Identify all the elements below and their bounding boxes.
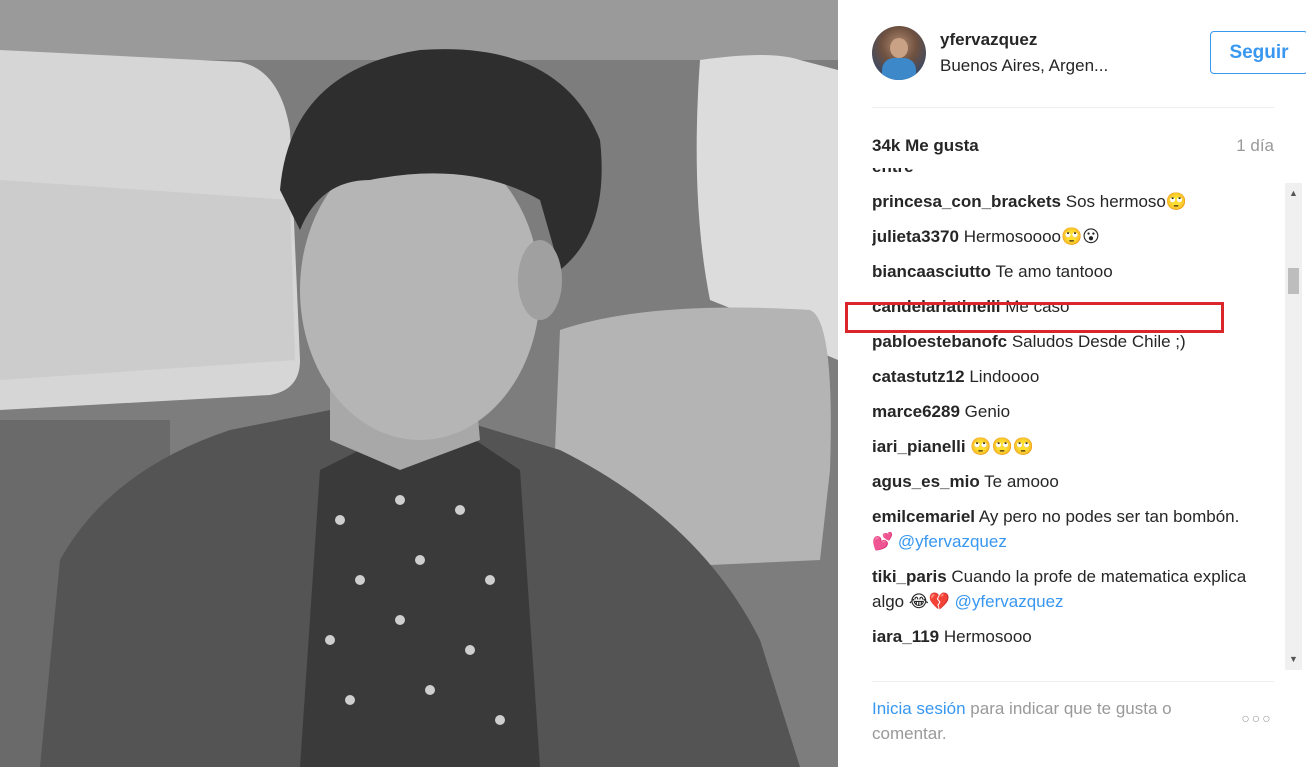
comment-item: tiki_paris Cuando la profe de matematica… xyxy=(872,564,1252,614)
comment-item: julieta3370 Hermosoooo🙄😮 xyxy=(872,224,1252,249)
comment-item: agus_es_mio Te amooo xyxy=(872,469,1252,494)
location-link[interactable]: Buenos Aires, Argen... xyxy=(940,56,1108,76)
comment-text: Te amo tantooo xyxy=(995,262,1113,281)
photo-illustration xyxy=(0,0,838,767)
comments-scrollbar[interactable]: ▲ ▼ xyxy=(1285,183,1302,670)
login-prompt: Inicia sesión para indicar que te gusta … xyxy=(872,696,1232,746)
comment-list: entre princesa_con_brackets Sos hermoso🙄… xyxy=(872,168,1252,659)
comment-username[interactable]: iari_pianelli xyxy=(872,437,966,456)
avatar-shirt xyxy=(882,58,916,80)
comment-text: Genio xyxy=(964,402,1011,421)
comment-item: catastutz12 Lindoooo xyxy=(872,364,1252,389)
post-time[interactable]: 1 día xyxy=(1236,136,1274,156)
comment-mention-link[interactable]: @yfervazquez xyxy=(898,532,1007,551)
comment-mention-link[interactable]: @yfervazquez xyxy=(955,592,1064,611)
comment-text: 🙄🙄🙄 xyxy=(970,437,1034,456)
footer-divider xyxy=(872,681,1274,682)
comment-username[interactable]: pabloestebanofc xyxy=(872,332,1007,351)
likes-count[interactable]: 34k Me gusta xyxy=(872,136,979,156)
comment-item: biancaasciutto Te amo tantooo xyxy=(872,259,1252,284)
comment-text: Hermosoooo🙄😮 xyxy=(963,227,1100,246)
avatar[interactable] xyxy=(872,26,926,80)
comment-text: Te amooo xyxy=(984,472,1059,491)
comment-username[interactable]: agus_es_mio xyxy=(872,472,980,491)
login-link[interactable]: Inicia sesión xyxy=(872,699,966,718)
comment-username[interactable]: princesa_con_brackets xyxy=(872,192,1061,211)
comment-username[interactable]: julieta3370 xyxy=(872,227,959,246)
comment-text: Saludos Desde Chile ;) xyxy=(1011,332,1186,351)
scrollbar-thumb[interactable] xyxy=(1288,268,1299,294)
post-header: yfervazquez Buenos Aires, Argen... Segui… xyxy=(872,26,1306,84)
comment-username[interactable]: marce6289 xyxy=(872,402,960,421)
comment-username[interactable]: emilcemariel xyxy=(872,507,975,526)
post-side-panel: yfervazquez Buenos Aires, Argen... Segui… xyxy=(838,0,1306,767)
scroll-up-arrow-icon[interactable]: ▲ xyxy=(1285,185,1302,202)
avatar-face xyxy=(890,38,908,58)
comment-username[interactable]: biancaasciutto xyxy=(872,262,991,281)
comment-item: marce6289 Genio xyxy=(872,399,1252,424)
comment-item: entre xyxy=(872,168,1252,179)
comment-text: Lindoooo xyxy=(969,367,1040,386)
comment-username[interactable]: tiki_paris xyxy=(872,567,947,586)
comment-text: Sos hermoso🙄 xyxy=(1065,192,1188,211)
username-link[interactable]: yfervazquez xyxy=(940,30,1037,50)
comment-username[interactable]: entre xyxy=(872,168,914,176)
comments-scroll-area[interactable]: entre princesa_con_brackets Sos hermoso🙄… xyxy=(872,168,1274,672)
comment-username[interactable]: iara_119 xyxy=(872,627,939,646)
comment-text: Hermosooo xyxy=(943,627,1032,646)
comment-item: iara_119 Hermosooo xyxy=(872,624,1252,649)
follow-button[interactable]: Seguir xyxy=(1210,31,1306,74)
comment-item: emilcemariel Ay pero no podes ser tan bo… xyxy=(872,504,1252,554)
more-options-button[interactable]: ○○○ xyxy=(1240,710,1274,730)
comment-item: iari_pianelli 🙄🙄🙄 xyxy=(872,434,1252,459)
comment-item: princesa_con_brackets Sos hermoso🙄 xyxy=(872,189,1252,214)
comment-username[interactable]: catastutz12 xyxy=(872,367,965,386)
header-divider xyxy=(872,107,1274,108)
post-photo[interactable] xyxy=(0,0,838,767)
scroll-down-arrow-icon[interactable]: ▼ xyxy=(1285,651,1302,668)
highlight-annotation-box xyxy=(845,302,1224,333)
